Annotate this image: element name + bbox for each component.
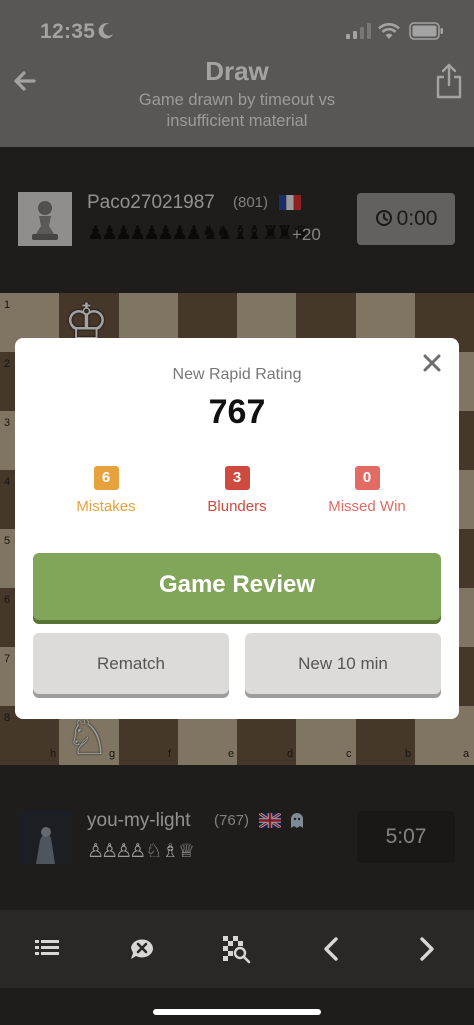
bottom-toolbar	[0, 910, 474, 988]
mistakes-stat[interactable]: 6 Mistakes	[41, 466, 171, 515]
mistakes-label: Mistakes	[76, 498, 136, 515]
rematch-button[interactable]: Rematch	[33, 633, 229, 694]
new-game-button[interactable]: New 10 min	[245, 633, 441, 694]
new-rating-value: 767	[208, 393, 266, 431]
blunders-count: 3	[224, 466, 250, 490]
missed-win-stat[interactable]: 0 Missed Win	[302, 466, 432, 515]
missed-win-label: Missed Win	[328, 498, 406, 515]
chevron-right-icon[interactable]	[411, 934, 441, 964]
chevron-left-icon[interactable]	[317, 934, 347, 964]
game-review-button[interactable]: Game Review	[33, 553, 441, 620]
home-indicator[interactable]	[153, 1009, 321, 1015]
blunders-stat[interactable]: 3 Blunders	[172, 466, 302, 515]
rating-caption: New Rapid Rating	[172, 366, 302, 383]
mistakes-count: 6	[93, 466, 119, 490]
list-icon[interactable]	[32, 934, 62, 964]
game-over-modal: New Rapid Rating 767 6 Mistakes 3 Blunde…	[15, 338, 459, 719]
analysis-off-icon[interactable]	[127, 934, 157, 964]
board-search-icon[interactable]	[221, 934, 251, 964]
blunders-label: Blunders	[207, 498, 267, 515]
missed-win-count: 0	[354, 466, 380, 490]
